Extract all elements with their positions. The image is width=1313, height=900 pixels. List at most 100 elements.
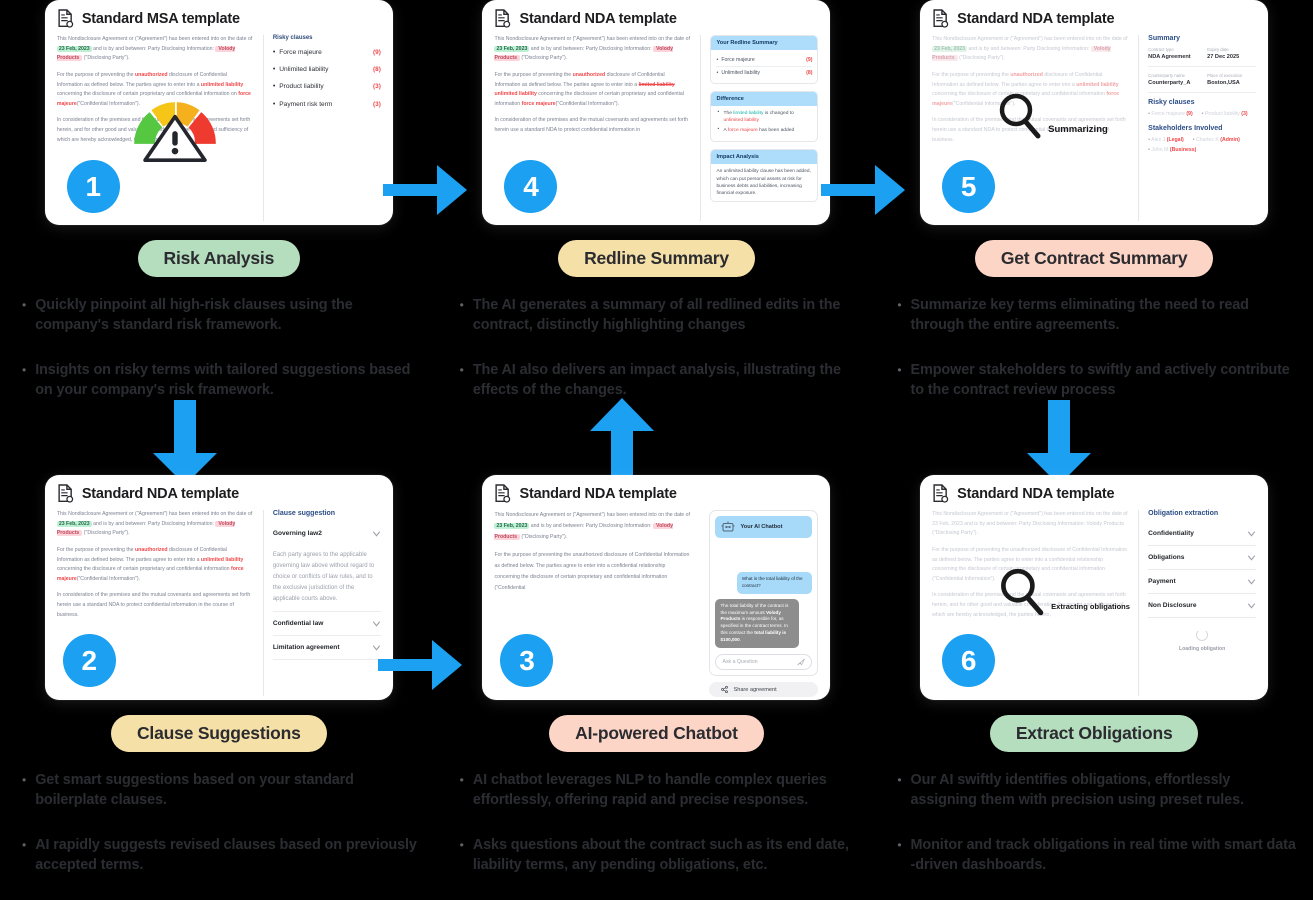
stakeholder-role: (Business): [1169, 147, 1197, 153]
card-header: Standard NDA template: [932, 9, 1256, 28]
impact-title: Impact Analysis: [711, 150, 818, 165]
chat-input-placeholder: Ask a Question: [722, 659, 758, 665]
arrow-right-4-to-5: [821, 165, 906, 215]
feature-pill-ai-chatbot[interactable]: AI-powered Chatbot: [549, 715, 764, 752]
risky-clause-row[interactable]: • Payment risk term (3): [273, 101, 381, 109]
loading-indicator: Loading obligation: [1148, 629, 1256, 652]
risky-clauses-list: • Force majeure (9) • Product liability …: [1148, 111, 1256, 117]
flow-grid: Standard MSA template This Nondisclosure…: [0, 0, 1313, 873]
chevron-down-icon: [1248, 555, 1256, 561]
stakeholder-name: Alex J: [1151, 137, 1166, 143]
summary-field-value: NDA Agreement: [1148, 54, 1191, 60]
redline-row[interactable]: • Unlimited liability (8): [716, 66, 813, 79]
accordion-payment[interactable]: Payment: [1148, 570, 1257, 594]
force-majeure-term: force majeure: [521, 100, 556, 107]
accordion-governing-law[interactable]: Governing law2: [273, 522, 381, 545]
card-clause-suggestions[interactable]: Standard NDA template This Nondisclosure…: [44, 475, 393, 700]
summary-field: Expiry date 27 Dec 2025: [1207, 47, 1256, 60]
stakeholder-role: (Legal): [1166, 137, 1184, 143]
doc-p1-a: This Nondisclosure Agreement or ("Agreem…: [56, 36, 253, 42]
doc-p1-b: and is by and between: Party Disclosing …: [529, 45, 654, 52]
doc-p2: For the purpose of preventing the unauth…: [494, 551, 690, 591]
accordion-confidentiality[interactable]: Confidentiality: [1148, 522, 1257, 546]
card-extract-obligations[interactable]: Standard NDA template This Nondisclosure…: [920, 475, 1269, 700]
card-redline-summary[interactable]: Standard NDA template This Nondisclosure…: [482, 0, 831, 225]
spinner-icon: [1196, 629, 1209, 641]
stakeholders-list: • Alex J (Legal) • Charles K (Admin): [1148, 137, 1256, 143]
send-icon[interactable]: [797, 658, 806, 666]
doc-p1-b: and is by and between: Party Disclosing …: [529, 522, 654, 529]
redline-count: (8): [806, 70, 813, 76]
redline-count: (9): [806, 57, 813, 63]
stakeholder-item[interactable]: • John M (Business): [1148, 147, 1196, 153]
card-risk-analysis[interactable]: Standard MSA template This Nondisclosure…: [44, 0, 393, 225]
accordion-confidential-law[interactable]: Confidential law: [272, 612, 381, 637]
chat-window: Your AI Chatbot What is the total liabil…: [709, 510, 819, 676]
obligation-extraction-panel: Obligation extraction Confidentiality Ob…: [1138, 510, 1257, 696]
document-icon: [58, 484, 74, 503]
bullet-text: AI rapidly suggests revised clauses base…: [35, 836, 417, 874]
bullet-icon: •: [272, 83, 276, 91]
share-agreement-button[interactable]: Share agreement: [709, 682, 819, 697]
accordion-obligations[interactable]: Obligations: [1148, 546, 1257, 570]
difference-item: A force majeure has been added: [717, 126, 812, 134]
card-ai-chatbot[interactable]: Standard NDA template This Nondisclosure…: [482, 475, 831, 700]
unlimited-liability-term: unlimited liability: [1076, 81, 1119, 88]
bot-msg-c: .: [739, 637, 741, 643]
document-icon: [933, 9, 949, 28]
robot-icon: [721, 521, 735, 532]
bullet-text: Monitor and track obligations in real ti…: [910, 836, 1296, 874]
accordion-limitation-agreement[interactable]: Limitation agreement: [272, 636, 381, 661]
unauthorized-term: unauthorized: [134, 546, 168, 553]
doc-p1-c: ("Disclosing Party").: [519, 55, 568, 62]
extracting-overlay: Extracting obligations: [995, 565, 1130, 621]
feature-pill-extract-obligations[interactable]: Extract Obligations: [989, 715, 1199, 752]
redline-summary-panel: Your Redline Summary • Force majeure (9) •…: [710, 35, 819, 84]
card-header: Standard NDA template: [494, 484, 818, 503]
redline-row[interactable]: • Force majeure (9): [716, 54, 812, 66]
risky-clause-row[interactable]: • Product liability (3): [273, 83, 381, 91]
summary-field: Contract type NDA Agreement: [1148, 47, 1197, 60]
card-header: Standard NDA template: [932, 484, 1256, 503]
risky-clause-item[interactable]: • Product liability (3): [1202, 111, 1248, 117]
redline-summary-title: Your Redline Summary: [711, 36, 818, 50]
risky-clause-row[interactable]: • Force majeure (9): [273, 49, 381, 57]
accordion-label: Confidential law: [272, 620, 324, 628]
bullet-item: • Summarize key terms eliminating the nee…: [897, 295, 1299, 336]
stakeholder-item[interactable]: • Charles K (Admin): [1193, 137, 1240, 143]
summary-field: Counterparty name Counterparty_A: [1148, 73, 1197, 86]
feature-pill-contract-summary[interactable]: Get Contract Summary: [974, 240, 1214, 277]
feature-bullets: • Get smart suggestions based on your sta…: [14, 770, 424, 900]
bullet-item: • AI rapidly suggests revised clauses bas…: [22, 835, 424, 876]
risky-clause-row[interactable]: • Unlimited liability (8): [273, 66, 381, 74]
risky-clause-item[interactable]: • Force majeure (9): [1148, 111, 1193, 117]
bullet-text: Asks questions about the contract such a…: [472, 836, 849, 874]
document-icon: [58, 9, 74, 28]
risky-clauses-panel: Risky clauses • Force majeure (9) • Unlimit…: [262, 35, 381, 221]
bullet-icon: •: [897, 298, 902, 312]
accordion-label: Limitation agreement: [272, 644, 340, 652]
unauthorized-term: unauthorized: [572, 71, 606, 78]
chat-title: Your AI Chatbot: [740, 524, 783, 530]
doc-p1-a: This Nondisclosure Agreement or ("Agreem…: [494, 512, 690, 518]
doc-p1-a: This Nondisclosure Agreement or ("Agreem…: [56, 511, 253, 517]
step-badge-6: 6: [942, 634, 996, 687]
risky-clause-count: (9): [1186, 111, 1193, 117]
chat-input[interactable]: Ask a Question: [715, 654, 813, 670]
accordion-non-disclosure[interactable]: Non Disclosure: [1148, 594, 1257, 618]
date-highlight: 23 Feb, 2023: [56, 520, 92, 527]
feature-pill-risk-analysis[interactable]: Risk Analysis: [137, 240, 301, 277]
diff-mid: is changed to: [763, 111, 794, 116]
bullet-icon: •: [716, 57, 719, 63]
summarizing-overlay: Summarizing: [994, 90, 1108, 144]
bullet-icon: •: [459, 837, 464, 852]
bullet-item: • Get smart suggestions based on your sta…: [22, 770, 424, 811]
card-contract-summary[interactable]: Standard NDA template This Nondisclosure…: [920, 0, 1269, 225]
bullet-icon: •: [897, 773, 902, 787]
feature-pill-redline-summary[interactable]: Redline Summary: [558, 240, 755, 277]
doc-p1-a: This Nondisclosure Agreement or ("Agreem…: [932, 36, 1128, 42]
bullet-icon: •: [22, 773, 27, 787]
feature-pill-clause-suggestions[interactable]: Clause Suggestions: [110, 715, 327, 752]
risky-clauses-title: Risky clauses: [272, 35, 313, 41]
stakeholder-item[interactable]: • Alex J (Legal): [1148, 137, 1184, 143]
